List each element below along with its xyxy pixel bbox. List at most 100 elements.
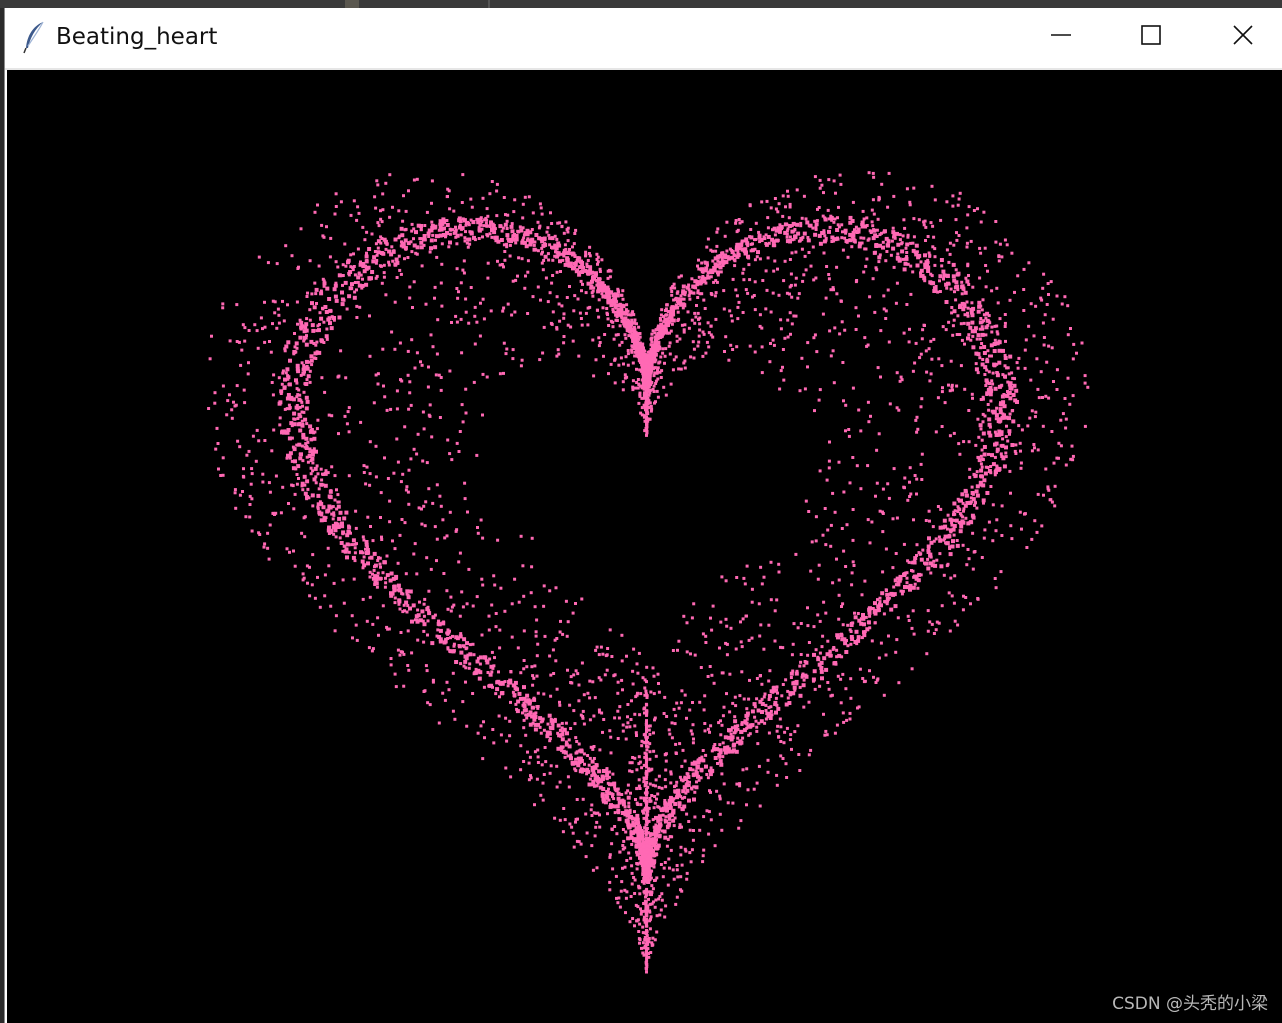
heart-particle: [671, 868, 675, 872]
heart-particle: [533, 722, 538, 727]
heart-particle: [777, 202, 781, 206]
heart-particle: [329, 236, 333, 240]
heart-particle: [595, 866, 599, 870]
heart-particle: [482, 720, 485, 724]
heart-particle: [392, 584, 397, 589]
heart-particle: [422, 640, 426, 644]
heart-particle: [318, 311, 322, 315]
heart-particle: [957, 507, 961, 511]
heart-particle: [767, 694, 772, 698]
heart-particle: [422, 622, 427, 627]
heart-particle: [813, 232, 818, 237]
heart-particle: [798, 664, 802, 668]
heart-particle: [1010, 443, 1015, 447]
heart-particle: [957, 499, 961, 503]
heart-particle: [397, 236, 401, 240]
heart-particle: [622, 839, 626, 843]
heart-particle: [438, 416, 442, 419]
heart-particle: [243, 339, 247, 343]
heart-particle: [391, 205, 394, 209]
heart-particle: [372, 401, 376, 405]
heart-particle: [986, 269, 989, 273]
heart-particle: [633, 810, 636, 814]
heart-particle: [324, 334, 329, 339]
heart-particle: [250, 529, 254, 533]
heart-particle: [651, 887, 655, 891]
heart-particle: [454, 235, 458, 239]
heart-particle: [499, 691, 504, 696]
heart-particle: [1066, 304, 1070, 308]
heart-particle: [592, 784, 596, 788]
heart-particle: [931, 281, 936, 286]
heart-particle: [623, 333, 627, 337]
heart-particle: [781, 683, 785, 686]
heart-particle: [1083, 424, 1087, 428]
heart-particle: [664, 815, 668, 819]
heart-particle: [940, 264, 944, 268]
heart-particle: [477, 237, 481, 240]
heart-particle: [559, 745, 564, 750]
heart-particle: [995, 464, 999, 468]
heart-particle: [649, 890, 653, 894]
heart-particle: [903, 226, 907, 230]
heart-particle: [325, 225, 328, 229]
heart-particle: [975, 506, 979, 510]
heart-particle: [637, 930, 641, 933]
heart-particle: [568, 822, 572, 826]
heart-particle: [960, 284, 965, 289]
heart-particle: [293, 492, 297, 496]
minimize-button[interactable]: [1015, 8, 1107, 66]
heart-particle: [770, 237, 775, 242]
heart-particle: [1047, 488, 1051, 492]
heart-particle: [448, 227, 452, 231]
maximize-button[interactable]: [1105, 8, 1197, 66]
title-bar[interactable]: Beating_heart: [5, 8, 1282, 70]
heart-particle: [368, 575, 372, 579]
heart-particle: [965, 226, 969, 230]
heart-particle: [991, 539, 995, 543]
heart-particle: [296, 464, 301, 469]
heart-particle: [971, 306, 976, 311]
heart-particle: [942, 277, 945, 281]
heart-particle: [441, 217, 446, 222]
heart-particle: [953, 290, 956, 294]
heart-particle: [620, 319, 624, 323]
heart-particle: [486, 214, 490, 218]
heart-particle: [459, 662, 463, 666]
heart-particle: [840, 632, 843, 636]
heart-particle: [527, 761, 531, 765]
heart-particle: [620, 316, 624, 320]
heart-particle: [786, 696, 790, 700]
heart-particle: [493, 236, 497, 240]
heart-particle: [292, 507, 296, 511]
close-button[interactable]: [1197, 8, 1282, 66]
heart-particle: [310, 301, 314, 306]
heart-particle: [704, 764, 708, 769]
heart-particle: [872, 175, 876, 179]
heart-particle: [691, 284, 696, 289]
heart-particle: [646, 350, 650, 354]
heart-particle: [638, 892, 642, 896]
heart-particle: [630, 843, 634, 846]
heart-particle: [824, 667, 829, 672]
heart-particle: [794, 250, 798, 254]
heart-particle: [649, 343, 653, 347]
heart-particle: [787, 216, 791, 220]
heart-particle: [818, 651, 822, 655]
heart-particle: [982, 452, 987, 457]
heart-particle: [871, 224, 875, 228]
desktop-background: [0, 0, 1282, 8]
heart-particle: [549, 764, 553, 768]
heart-particle: [317, 264, 321, 268]
heart-particle: [1009, 524, 1013, 528]
heart-particle: [313, 210, 317, 214]
heart-particle: [720, 256, 724, 260]
heart-particle: [667, 815, 671, 819]
heart-particle: [923, 279, 927, 283]
heart-particle: [862, 217, 866, 221]
heart-particle: [635, 867, 639, 871]
heart-particle: [430, 179, 434, 183]
heart-particle: [956, 203, 960, 207]
heart-particle: [959, 524, 964, 529]
heart-particle: [1064, 426, 1068, 430]
